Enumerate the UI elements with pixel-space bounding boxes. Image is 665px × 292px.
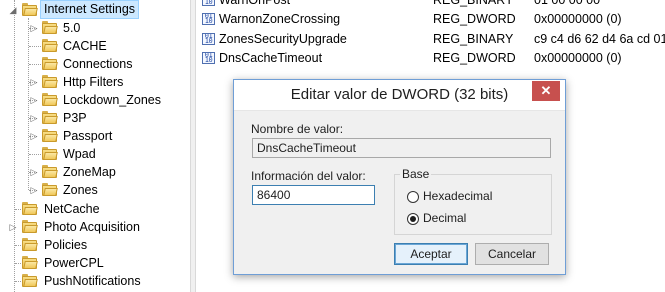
folder-icon (22, 274, 38, 287)
folder-icon (22, 256, 38, 269)
tree-item-passport[interactable]: ▷ Passport (0, 127, 188, 145)
value-row[interactable]: 0110 WarnOnPost REG_BINARY 01 00 00 00 (195, 0, 665, 10)
decimal-radio-label[interactable]: Decimal (423, 211, 466, 225)
tree-item-zonemap[interactable]: ▷ ZoneMap (0, 163, 188, 181)
value-data: 01 00 00 00 (534, 0, 601, 7)
value-row[interactable]: 01 10 ZonesSecurityUpgrade REG_BINARY c9 … (195, 30, 665, 49)
registry-key-tree[interactable]: ◢ Internet Settings ▷ 5.0 CACHE Connecti… (0, 0, 188, 292)
tree-item-label: PushNotifications (44, 274, 141, 288)
value-name: ZonesSecurityUpgrade (219, 32, 347, 46)
tree-item-zones[interactable]: ▷ Zones (0, 181, 188, 199)
tree-item-5-0[interactable]: ▷ 5.0 (0, 19, 188, 37)
ok-button[interactable]: Aceptar (394, 243, 468, 265)
base-groupbox: Base Hexadecimal Decimal (394, 167, 552, 235)
radio-selected-dot (410, 216, 416, 222)
folder-icon (22, 202, 38, 215)
tree-item-label: Policies (44, 238, 88, 252)
folder-icon (42, 165, 58, 178)
value-type: REG_DWORD (433, 51, 516, 65)
tree-item-label: PowerCPL (44, 256, 104, 270)
value-name-field[interactable]: DnsCacheTimeout (252, 138, 551, 158)
folder-icon (42, 39, 58, 52)
tree-item-label: Zones (63, 183, 98, 197)
folder-icon (42, 21, 58, 34)
dword-value-icon: 01 10 (202, 13, 215, 25)
tree-item-lockdown-zones[interactable]: ▷ Lockdown_Zones (0, 91, 188, 109)
expand-arrow-icon[interactable]: ▷ (30, 91, 38, 109)
close-icon[interactable]: ✕ (532, 81, 560, 101)
collapse-arrow-icon[interactable]: ◢ (9, 1, 17, 19)
folder-icon (42, 75, 58, 88)
value-name-label: Nombre de valor: (251, 122, 344, 136)
tree-item-label: Http Filters (63, 75, 124, 89)
hexadecimal-radio-label[interactable]: Hexadecimal (423, 189, 492, 203)
value-data: c9 c4 d6 62 d4 6a cd 01 (534, 32, 665, 46)
folder-icon (42, 147, 58, 160)
value-data-input[interactable]: 86400 (252, 185, 375, 205)
tree-item-label: Internet Settings (40, 0, 140, 19)
tree-item-cache[interactable]: CACHE (0, 37, 188, 55)
value-type: REG_BINARY (433, 0, 514, 7)
folder-icon (22, 220, 38, 233)
expand-arrow-icon[interactable]: ▷ (30, 19, 38, 37)
tree-item-internet-settings[interactable]: ◢ Internet Settings (0, 0, 188, 19)
tree-item-pushnotifications[interactable]: PushNotifications (0, 272, 188, 290)
value-data-label: Información del valor: (251, 169, 366, 183)
folder-icon (42, 129, 58, 142)
dialog-body: Nombre de valor: DnsCacheTimeout Informa… (242, 111, 557, 268)
folder-icon (42, 57, 58, 70)
value-data: 0x00000000 (0) (534, 12, 622, 26)
tree-item-p3p[interactable]: ▷ P3P (0, 109, 188, 127)
decimal-radio[interactable] (407, 213, 419, 225)
tree-item-wpad[interactable]: Wpad (0, 145, 188, 163)
dword-value-icon: 01 10 (202, 52, 215, 64)
expand-arrow-icon[interactable]: ▷ (30, 181, 38, 199)
tree-item-photo-acquisition[interactable]: ▷ Photo Acquisition (0, 218, 188, 236)
tree-item-connections[interactable]: Connections (0, 55, 188, 73)
value-type: REG_BINARY (433, 32, 514, 46)
tree-item-label: Photo Acquisition (44, 220, 140, 234)
folder-icon (22, 238, 38, 251)
binary-value-icon: 0110 (202, 33, 215, 45)
value-data: 0x00000000 (0) (534, 51, 622, 65)
expand-arrow-icon[interactable]: ▷ (30, 73, 38, 91)
tree-item-label: CACHE (63, 39, 107, 53)
value-row[interactable]: 01 10 DnsCacheTimeout REG_DWORD 0x0000000… (195, 49, 665, 68)
tree-item-label: 5.0 (63, 21, 81, 35)
value-row[interactable]: 01 10 WarnonZoneCrossing REG_DWORD 0x0000… (195, 10, 665, 29)
tree-item-label: Passport (63, 129, 113, 143)
expand-arrow-icon[interactable]: ▷ (9, 218, 17, 236)
tree-item-label: Lockdown_Zones (63, 93, 161, 107)
base-group-label: Base (400, 167, 432, 181)
folder-open-icon (22, 3, 38, 16)
hexadecimal-radio[interactable] (407, 191, 419, 203)
edit-dword-dialog: Editar valor de DWORD (32 bits) ✕ Nombre… (233, 79, 566, 275)
tree-item-powercpl[interactable]: PowerCPL (0, 254, 188, 272)
expand-arrow-icon[interactable]: ▷ (30, 109, 38, 127)
value-name: WarnonZoneCrossing (219, 12, 341, 26)
tree-item-label: NetCache (44, 202, 100, 216)
expand-arrow-icon[interactable]: ▷ (30, 127, 38, 145)
binary-value-icon: 0110 (202, 0, 215, 6)
dialog-titlebar[interactable]: Editar valor de DWORD (32 bits) ✕ (234, 80, 565, 111)
cancel-button[interactable]: Cancelar (475, 243, 549, 265)
tree-item-label: Wpad (63, 147, 96, 161)
folder-icon (42, 183, 58, 196)
folder-icon (42, 111, 58, 124)
tree-item-label: P3P (63, 111, 87, 125)
value-name: DnsCacheTimeout (219, 51, 323, 65)
value-name: WarnOnPost (219, 0, 291, 7)
tree-item-label: Connections (63, 57, 133, 71)
tree-item-label: ZoneMap (63, 165, 116, 179)
value-type: REG_DWORD (433, 12, 516, 26)
tree-item-netcache[interactable]: NetCache (0, 200, 188, 218)
expand-arrow-icon[interactable]: ▷ (30, 163, 38, 181)
dialog-title: Editar valor de DWORD (32 bits) (290, 86, 509, 103)
tree-item-http-filters[interactable]: ▷ Http Filters (0, 73, 188, 91)
tree-item-policies[interactable]: Policies (0, 236, 188, 254)
folder-icon (42, 93, 58, 106)
